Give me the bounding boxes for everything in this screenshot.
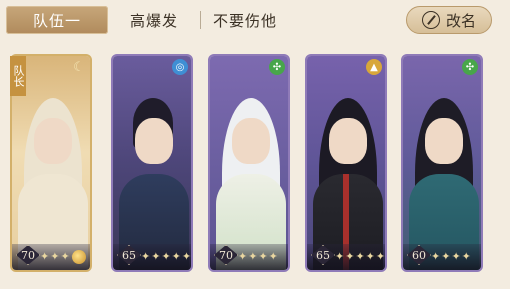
character-card-3[interactable]: ✣ 70 ✦ ✦ ✦ ✦	[208, 54, 290, 272]
captain-tag: 队长	[10, 56, 26, 96]
star-icon: ✦	[441, 250, 451, 263]
swirl-icon: ◎	[172, 59, 188, 75]
star-icon: ✦	[141, 250, 151, 263]
star-icon: ✦	[258, 250, 268, 263]
tab-dont-hurt-him[interactable]: 不要伤他	[201, 6, 289, 34]
character-portrait	[210, 56, 288, 270]
leaf-icon: ✣	[269, 59, 285, 75]
star-icon: ✦	[151, 250, 161, 263]
character-portrait	[307, 56, 385, 270]
star-icon: ✦	[40, 250, 50, 263]
tab-team-one[interactable]: 队伍一	[6, 6, 108, 34]
star-rating: ✦ ✦ ✦ ✦	[238, 251, 278, 262]
star-icon: ✦	[238, 250, 248, 263]
star-icon: ✦	[161, 250, 171, 263]
character-card-4[interactable]: ▲ 65 ✦ ✦ ✦ ✦ ✦	[305, 54, 387, 272]
star-icon: ✦	[50, 250, 60, 263]
star-icon: ✦	[451, 250, 461, 263]
tab-high-burst[interactable]: 高爆发	[108, 6, 200, 34]
character-card-5[interactable]: ✣ 60 ✦ ✦ ✦ ✦	[401, 54, 483, 272]
moon-icon: ☾	[73, 59, 85, 75]
star-rating: ✦ ✦ ✦ ✦ ✦	[335, 251, 385, 262]
edit-circle-icon	[421, 11, 440, 29]
star-rating: ✦ ✦ ✦ ✦	[431, 251, 471, 262]
star-icon: ✦	[60, 250, 70, 263]
star-icon: ✦	[345, 250, 355, 263]
star-icon: ✦	[181, 250, 192, 263]
mountain-icon: ▲	[366, 59, 382, 75]
star-rating: ✦ ✦ ✦ ✦ ✦	[141, 251, 191, 262]
character-card-2[interactable]: ◎ 65 ✦ ✦ ✦ ✦ ✦	[111, 54, 193, 272]
star-icon: ✦	[461, 250, 471, 263]
star-icon: ✦	[268, 250, 278, 263]
character-portrait	[403, 56, 481, 270]
star-icon: ✦	[335, 250, 345, 263]
star-icon: ✦	[355, 250, 365, 263]
character-portrait	[113, 56, 191, 270]
team-tabs: 队伍一 高爆发 不要伤他	[6, 6, 289, 34]
star-icon: ✦	[171, 250, 181, 263]
star-icon: ✦	[431, 250, 441, 263]
rename-label: 改名	[445, 11, 476, 30]
rename-button[interactable]: 改名	[406, 6, 492, 34]
star-icon: ✦	[248, 250, 258, 263]
leaf-icon: ✣	[462, 59, 478, 75]
coin-icon	[72, 250, 86, 264]
star-icon: ✦	[375, 250, 386, 263]
star-icon: ✦	[365, 250, 375, 263]
